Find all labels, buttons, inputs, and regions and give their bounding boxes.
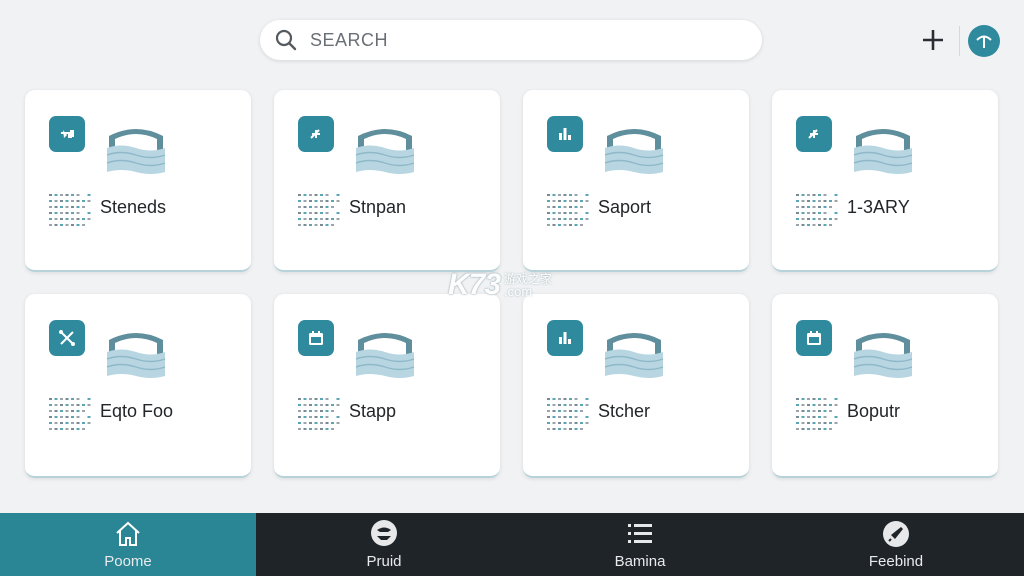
plus-icon bbox=[923, 30, 943, 50]
nav-label: Bamina bbox=[614, 553, 666, 570]
bridge-illustration bbox=[852, 326, 914, 380]
search-icon bbox=[275, 29, 297, 51]
card-dots-decoration bbox=[547, 398, 591, 434]
app-card[interactable]: Eqto Foo bbox=[25, 294, 251, 478]
bridge-illustration bbox=[852, 122, 914, 176]
nav-label: Pruid bbox=[366, 553, 402, 570]
nav-item-home[interactable]: Poome bbox=[0, 513, 256, 576]
card-dots-decoration bbox=[298, 398, 342, 434]
tools-icon bbox=[59, 330, 75, 346]
list-icon bbox=[628, 524, 652, 543]
card-label: Boputr bbox=[847, 401, 901, 421]
avatar[interactable] bbox=[968, 25, 1000, 57]
card-badge bbox=[547, 320, 583, 356]
bottom-nav: Poome Pruid Bamina Feebind bbox=[0, 513, 1024, 576]
card-label: Stapp bbox=[349, 401, 397, 421]
bridge-illustration bbox=[105, 326, 167, 380]
bridge-illustration bbox=[603, 326, 665, 380]
search-bar[interactable] bbox=[260, 20, 762, 60]
card-label: Stcher bbox=[598, 401, 651, 421]
bridge-illustration bbox=[603, 122, 665, 176]
watermark-main: K73 bbox=[448, 268, 501, 301]
card-badge bbox=[796, 116, 832, 152]
nav-item-bamina[interactable]: Bamina bbox=[512, 513, 768, 576]
watermark-domain: .com bbox=[504, 283, 533, 299]
bridge-illustration bbox=[105, 122, 167, 176]
upload-icon bbox=[976, 35, 992, 48]
key-icon bbox=[61, 130, 74, 138]
card-dots-decoration bbox=[796, 398, 840, 434]
card-dots-decoration bbox=[49, 194, 93, 230]
header-divider bbox=[959, 26, 960, 56]
bar-chart-icon bbox=[559, 332, 571, 344]
app-card[interactable]: Boputr bbox=[772, 294, 998, 478]
nav-label: Feebind bbox=[868, 553, 924, 570]
calendar-icon bbox=[807, 331, 821, 345]
app-card[interactable]: Stcher bbox=[523, 294, 749, 478]
calendar-icon bbox=[309, 331, 323, 345]
card-dots-decoration bbox=[547, 194, 591, 230]
card-badge bbox=[547, 116, 583, 152]
chat-icon bbox=[371, 520, 397, 546]
bridge-illustration bbox=[354, 122, 416, 176]
nav-label: Poome bbox=[104, 553, 152, 570]
card-label: 1-3ARY bbox=[847, 197, 910, 217]
app-card[interactable]: 1-3ARY bbox=[772, 90, 998, 272]
nav-item-feebind[interactable]: Feebind bbox=[768, 513, 1024, 576]
card-dots-decoration bbox=[298, 194, 342, 230]
sparkle-icon bbox=[808, 129, 818, 139]
card-label: Saport bbox=[598, 197, 652, 217]
watermark-logo: K73 游戏之家 .com bbox=[448, 268, 552, 302]
card-badge bbox=[49, 116, 85, 152]
bridge-illustration bbox=[354, 326, 416, 380]
card-label: Stnpan bbox=[349, 197, 407, 217]
card-badge bbox=[796, 320, 832, 356]
card-label: Steneds bbox=[100, 197, 167, 217]
nav-item-pruid[interactable]: Pruid bbox=[256, 513, 512, 576]
card-label: Eqto Foo bbox=[100, 401, 174, 421]
app-card[interactable]: Stapp bbox=[274, 294, 500, 478]
app-card[interactable]: Saport bbox=[523, 90, 749, 272]
search-input[interactable] bbox=[310, 29, 730, 51]
card-badge bbox=[49, 320, 85, 356]
bar-chart-icon bbox=[559, 128, 571, 140]
home-icon bbox=[116, 521, 140, 546]
app-card[interactable]: Stnpan bbox=[274, 90, 500, 272]
card-dots-decoration bbox=[49, 398, 93, 434]
app-card[interactable]: Steneds bbox=[25, 90, 251, 272]
rocket-icon bbox=[883, 521, 909, 547]
card-badge bbox=[298, 320, 334, 356]
add-button[interactable] bbox=[918, 25, 948, 55]
watermark-cn: 游戏之家 bbox=[504, 271, 553, 286]
card-badge bbox=[298, 116, 334, 152]
sparkle-icon bbox=[310, 129, 320, 139]
card-dots-decoration bbox=[796, 194, 840, 230]
